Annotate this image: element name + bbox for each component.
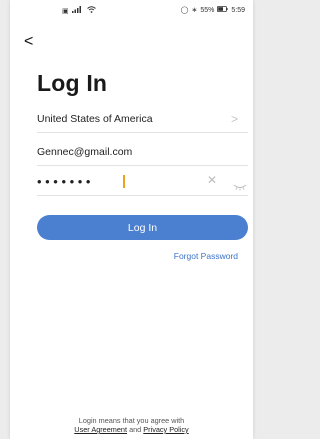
email-field[interactable]: Gennec@gmail.com (37, 139, 248, 166)
footer-line2: User Agreement and Privacy Policy (10, 425, 253, 434)
email-value: Gennec@gmail.com (37, 146, 133, 158)
alarm-icon: ◯ (180, 7, 189, 14)
back-chevron-icon: < (24, 33, 34, 50)
bluetooth-icon: ∗ (191, 7, 198, 14)
status-left: ▣ (62, 6, 96, 15)
message-icon: ▣ (62, 7, 69, 15)
footer-line1: Login means that you agree with (78, 416, 185, 425)
clock: 5:59 (231, 6, 245, 14)
footer-and: and (129, 425, 142, 434)
back-button[interactable]: < (24, 34, 38, 50)
status-bar: ▣ ◯ ∗ 55% 5:59 (10, 0, 253, 20)
page-title: Log In (37, 70, 108, 96)
battery-percent: 55% (200, 6, 215, 14)
clear-icon[interactable]: ✕ (207, 173, 217, 187)
eye-closed-icon[interactable] (233, 178, 247, 191)
country-selector[interactable]: United States of America > (37, 106, 248, 133)
login-screen: ▣ ◯ ∗ 55% 5:59 < Log In United States of… (10, 0, 253, 439)
status-right: ◯ ∗ 55% 5:59 (181, 6, 245, 14)
chevron-right-icon: > (230, 112, 238, 126)
text-caret (123, 175, 125, 188)
country-value: United States of America (37, 113, 153, 125)
password-value: ••••••• (37, 174, 95, 189)
footer-terms: Login means that you agree with User Agr… (10, 416, 253, 434)
login-button[interactable]: Log In (37, 215, 248, 240)
signal-icon (71, 6, 84, 15)
wifi-icon (86, 6, 96, 15)
user-agreement-link[interactable]: User Agreement (74, 425, 127, 434)
privacy-policy-link[interactable]: Privacy Policy (143, 425, 188, 434)
forgot-password-link[interactable]: Forgot Password (174, 251, 238, 261)
battery-icon (217, 6, 228, 14)
password-field[interactable]: ••••••• ✕ (37, 169, 248, 196)
